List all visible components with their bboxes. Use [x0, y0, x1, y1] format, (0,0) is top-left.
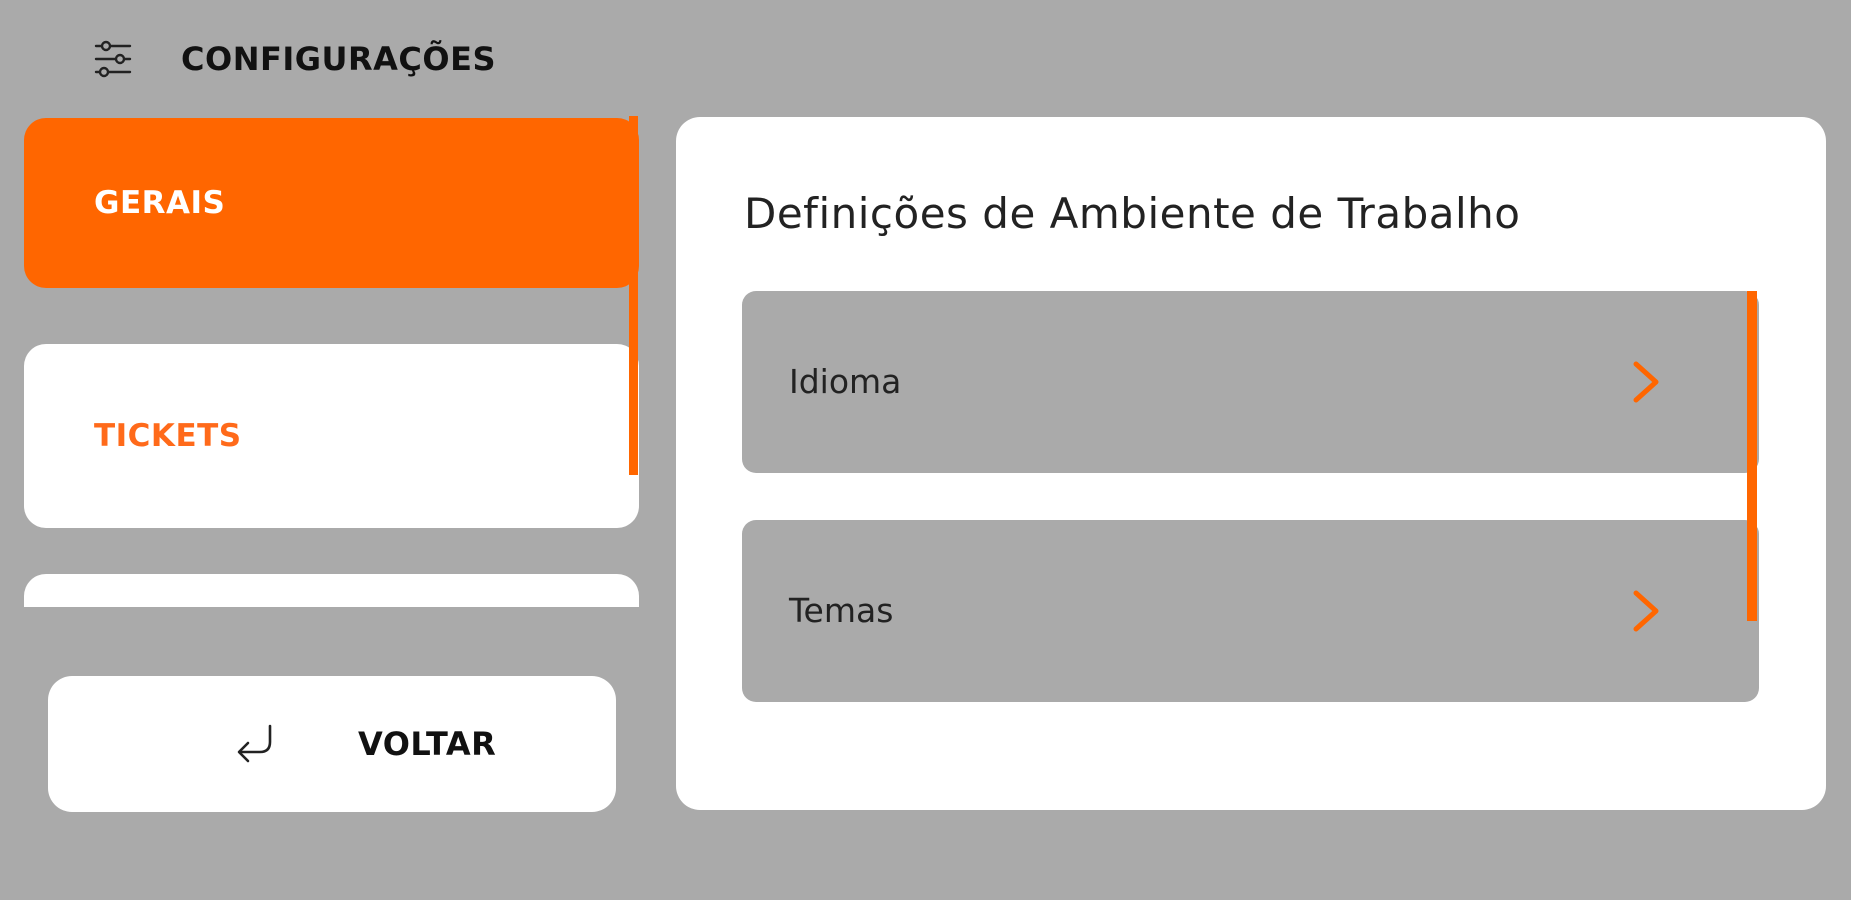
- nav-item-label: TICKETS: [94, 418, 242, 454]
- nav-item-gerais[interactable]: GERAIS: [24, 118, 639, 288]
- settings-row-label: Idioma: [789, 362, 902, 401]
- settings-row-label: Temas: [789, 591, 894, 630]
- settings-row-idioma[interactable]: Idioma: [742, 291, 1759, 473]
- nav-scrollbar[interactable]: [629, 116, 638, 475]
- back-button[interactable]: VOLTAR: [48, 676, 616, 812]
- nav-item-partial[interactable]: [24, 574, 639, 607]
- list-scrollbar[interactable]: [1747, 291, 1757, 621]
- return-arrow-icon: [237, 724, 272, 763]
- panel-title: Definições de Ambiente de Trabalho: [744, 189, 1521, 238]
- back-button-label: VOLTAR: [358, 725, 497, 763]
- chevron-right-icon: [1633, 361, 1659, 403]
- page-title: CONFIGURAÇÕES: [181, 40, 496, 78]
- settings-nav[interactable]: GERAIS TICKETS: [0, 110, 645, 607]
- settings-list: Idioma Temas: [742, 291, 1759, 711]
- page-header: CONFIGURAÇÕES: [92, 34, 496, 84]
- sliders-icon: [94, 40, 132, 78]
- settings-panel: Definições de Ambiente de Trabalho Idiom…: [676, 117, 1826, 810]
- nav-item-tickets[interactable]: TICKETS: [24, 344, 639, 528]
- settings-row-temas[interactable]: Temas: [742, 520, 1759, 702]
- nav-item-label: GERAIS: [94, 185, 226, 221]
- chevron-right-icon: [1633, 590, 1659, 632]
